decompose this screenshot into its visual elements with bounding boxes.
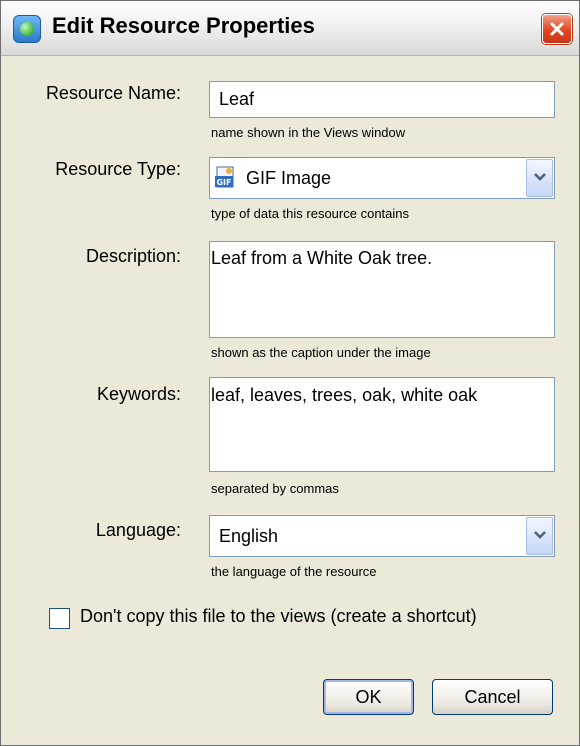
chevron-down-icon	[534, 173, 546, 181]
description-hint: shown as the caption under the image	[211, 345, 431, 360]
title-bar[interactable]: Edit Resource Properties	[1, 1, 579, 56]
description-label: Description:	[85, 246, 181, 266]
description-value: Leaf from a White Oak tree.	[211, 248, 433, 268]
svg-text:GIF: GIF	[216, 178, 231, 187]
app-icon	[13, 15, 41, 43]
resource-name-value: Leaf	[219, 89, 255, 109]
language-dropdown-button[interactable]	[526, 517, 553, 555]
resource-name-input[interactable]: Leaf	[209, 81, 555, 118]
language-hint: the language of the resource	[211, 564, 377, 579]
dialog-window: Edit Resource Properties Resource Name: …	[0, 0, 580, 746]
resource-name-label: Resource Name:	[45, 83, 181, 103]
resource-type-label: Resource Type:	[55, 159, 181, 179]
no-copy-checkbox[interactable]	[49, 608, 70, 629]
language-label: Language:	[95, 520, 181, 540]
resource-type-dropdown-button[interactable]	[526, 159, 553, 197]
no-copy-label[interactable]: Don't copy this file to the views (creat…	[80, 606, 477, 627]
ok-button[interactable]: OK	[323, 679, 414, 715]
description-textarea[interactable]: Leaf from a White Oak tree.	[209, 241, 555, 338]
resource-type-value: GIF Image	[246, 168, 332, 188]
close-icon	[550, 22, 564, 36]
resource-type-hint: type of data this resource contains	[211, 206, 410, 221]
resource-name-hint: name shown in the Views window	[211, 125, 406, 140]
language-value: English	[219, 526, 279, 546]
resource-type-select[interactable]: GIF GIF Image	[209, 157, 555, 199]
dialog-title: Edit Resource Properties	[52, 13, 315, 38]
gif-file-icon: GIF	[215, 166, 234, 188]
keywords-hint: separated by commas	[211, 481, 339, 496]
cancel-button[interactable]: Cancel	[432, 679, 553, 715]
keywords-textarea[interactable]: leaf, leaves, trees, oak, white oak	[209, 377, 555, 472]
close-button[interactable]	[542, 14, 572, 44]
chevron-down-icon	[534, 531, 546, 539]
keywords-label: Keywords:	[96, 384, 181, 404]
keywords-value: leaf, leaves, trees, oak, white oak	[211, 385, 478, 405]
language-select[interactable]: English	[209, 515, 555, 557]
